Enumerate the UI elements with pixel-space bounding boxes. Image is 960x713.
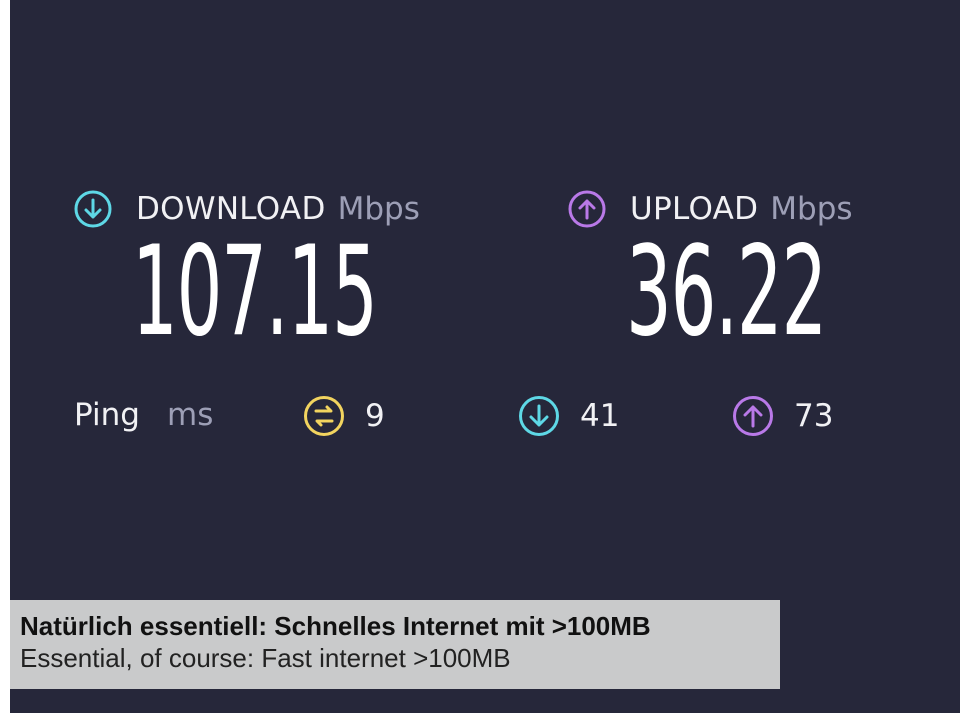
ping-row: Ping ms 9 41 73 — [74, 395, 954, 439]
caption-box: Natürlich essentiell: Schnelles Internet… — [10, 600, 780, 689]
ping-download-value: 41 — [580, 398, 620, 434]
download-speed-value: 107.15 — [132, 220, 378, 364]
ping-unit: ms — [167, 397, 214, 433]
ping-label: Ping — [74, 397, 140, 433]
caption-english: Essential, of course: Fast internet >100… — [20, 643, 511, 673]
upload-arrow-icon — [568, 190, 606, 228]
upload-speed-value: 36.22 — [626, 220, 827, 364]
caption-german: Natürlich essentiell: Schnelles Internet… — [20, 611, 651, 641]
ping-upload-arrow-icon — [732, 395, 774, 437]
ping-download-arrow-icon — [518, 395, 560, 437]
ping-upload-value: 73 — [794, 398, 834, 434]
ping-download: 41 — [518, 395, 619, 437]
ping-idle: 9 — [303, 395, 385, 437]
download-arrow-icon — [74, 190, 112, 228]
ping-idle-icon — [303, 395, 345, 437]
ping-upload: 73 — [732, 395, 833, 437]
ping-idle-value: 9 — [365, 398, 385, 434]
